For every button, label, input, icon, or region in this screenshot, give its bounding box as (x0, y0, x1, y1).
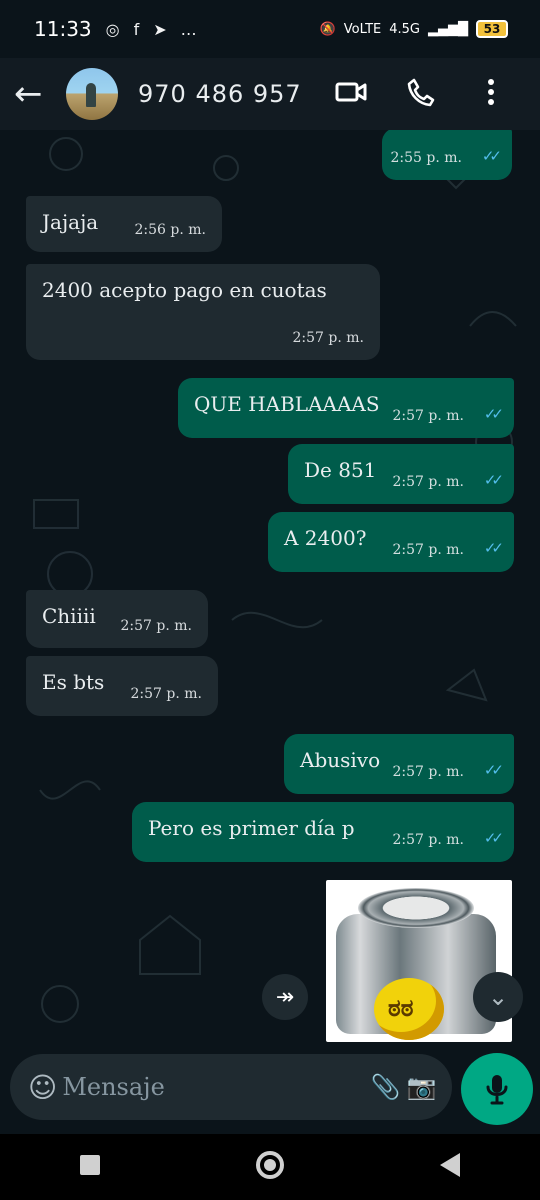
message-composer: ☺ 📎 📷 (10, 1054, 452, 1120)
volte-icon: VoLTE (343, 21, 382, 37)
mute-icon: 🔕 (319, 21, 336, 37)
message-text: De 851 (304, 458, 377, 482)
message-time: 2:57 p. m. (392, 764, 464, 780)
arrow-left-icon[interactable]: ← (14, 77, 66, 111)
message-time: 2:57 p. m. (392, 542, 464, 558)
message-text: 2400 acepto pago en cuotas (42, 278, 327, 302)
read-receipt-icon: ✓✓ (483, 471, 504, 489)
message-time: 2:57 p. m. (130, 686, 202, 702)
camera-icon[interactable]: 📷 (404, 1073, 440, 1101)
message-time: 2:55 p. m. (390, 150, 462, 166)
message-time: 2:57 p. m. (392, 474, 464, 490)
chat-header: ← 970 486 957 (0, 58, 540, 130)
forward-icon[interactable]: ↠ (262, 974, 308, 1020)
message-bubble-out[interactable]: De 851 2:57 p. m. ✓✓ (288, 444, 514, 504)
telegram-icon: ➤ (153, 19, 167, 39)
smiley-eyes-icon: ಠಠ (388, 994, 414, 1022)
microphone-icon[interactable] (461, 1053, 533, 1125)
message-bubble-in[interactable]: Jajaja 2:56 p. m. (26, 196, 222, 252)
paperclip-icon[interactable]: 📎 (367, 1073, 403, 1101)
message-time: 2:57 p. m. (292, 330, 364, 346)
status-right: 🔕 VoLTE 4.5G ▂▄▆█ 53 (320, 20, 508, 38)
read-receipt-icon: ✓✓ (483, 829, 504, 847)
scroll-down-icon[interactable]: ⌄ (473, 972, 523, 1022)
status-left: 11:33 ◎ f ➤ … (34, 17, 197, 41)
video-call-icon[interactable] (316, 78, 386, 110)
message-text: Es bts (42, 670, 105, 694)
message-input[interactable] (60, 1072, 368, 1102)
message-bubble-in[interactable]: Es bts 2:57 p. m. (26, 656, 218, 716)
battery-icon: 53 (476, 20, 508, 38)
message-bubble-out[interactable]: A 2400? 2:57 p. m. ✓✓ (268, 512, 514, 572)
recent-apps-icon[interactable] (50, 1154, 130, 1180)
more-vertical-icon[interactable] (456, 78, 526, 110)
contact-name[interactable]: 970 486 957 (138, 80, 316, 108)
home-icon[interactable] (230, 1149, 310, 1185)
message-bubble-in[interactable]: Chiiii 2:57 p. m. (26, 590, 208, 648)
status-time: 11:33 (34, 17, 92, 41)
facebook-icon: f (133, 19, 140, 39)
message-text: Abusivo (300, 748, 381, 772)
message-text: Chiiii (42, 604, 96, 628)
message-text: Pero es primer día p (148, 816, 355, 840)
emoji-icon[interactable]: ☺ (28, 1071, 60, 1104)
chat-area: 2:55 p. m. ✓✓ Jajaja 2:56 p. m. 2400 ace… (0, 130, 540, 1054)
message-text: Jajaja (42, 210, 99, 234)
contact-avatar[interactable] (66, 68, 118, 120)
message-bubble-out[interactable]: Pero es primer día p 2:57 p. m. ✓✓ (132, 802, 514, 862)
read-receipt-icon: ✓✓ (483, 761, 504, 779)
message-time: 2:57 p. m. (120, 618, 192, 634)
message-bubble-out[interactable]: QUE HABLAAAAS 2:57 p. m. ✓✓ (178, 378, 514, 438)
message-bubble-in[interactable]: 2400 acepto pago en cuotas 2:57 p. m. (26, 264, 380, 360)
android-navigation-bar (0, 1134, 540, 1200)
jar-image-neck (358, 888, 474, 928)
read-receipt-icon: ✓✓ (481, 147, 502, 165)
read-receipt-icon: ✓✓ (483, 539, 504, 557)
battery-level: 53 (483, 22, 501, 36)
instagram-icon: ◎ (105, 19, 120, 39)
status-bar: 11:33 ◎ f ➤ … 🔕 VoLTE 4.5G ▂▄▆█ 53 (0, 0, 540, 58)
message-bubble-out[interactable]: 2:55 p. m. ✓✓ (382, 130, 512, 180)
read-receipt-icon: ✓✓ (483, 405, 504, 423)
message-time: 2:56 p. m. (134, 222, 206, 238)
network-indicator: 4.5G (389, 21, 420, 37)
message-time: 2:57 p. m. (392, 832, 464, 848)
message-time: 2:57 p. m. (392, 408, 464, 424)
signal-icon: ▂▄▆█ (428, 21, 468, 37)
phone-icon[interactable] (386, 77, 456, 111)
angry-smiley-image: ಠಠ (374, 978, 444, 1040)
message-text: A 2400? (284, 526, 367, 550)
message-bubble-out[interactable]: Abusivo 2:57 p. m. ✓✓ (284, 734, 514, 794)
message-text: QUE HABLAAAAS (194, 392, 380, 416)
more-notifications-icon: … (180, 19, 197, 39)
back-navigation-icon[interactable] (410, 1152, 490, 1182)
